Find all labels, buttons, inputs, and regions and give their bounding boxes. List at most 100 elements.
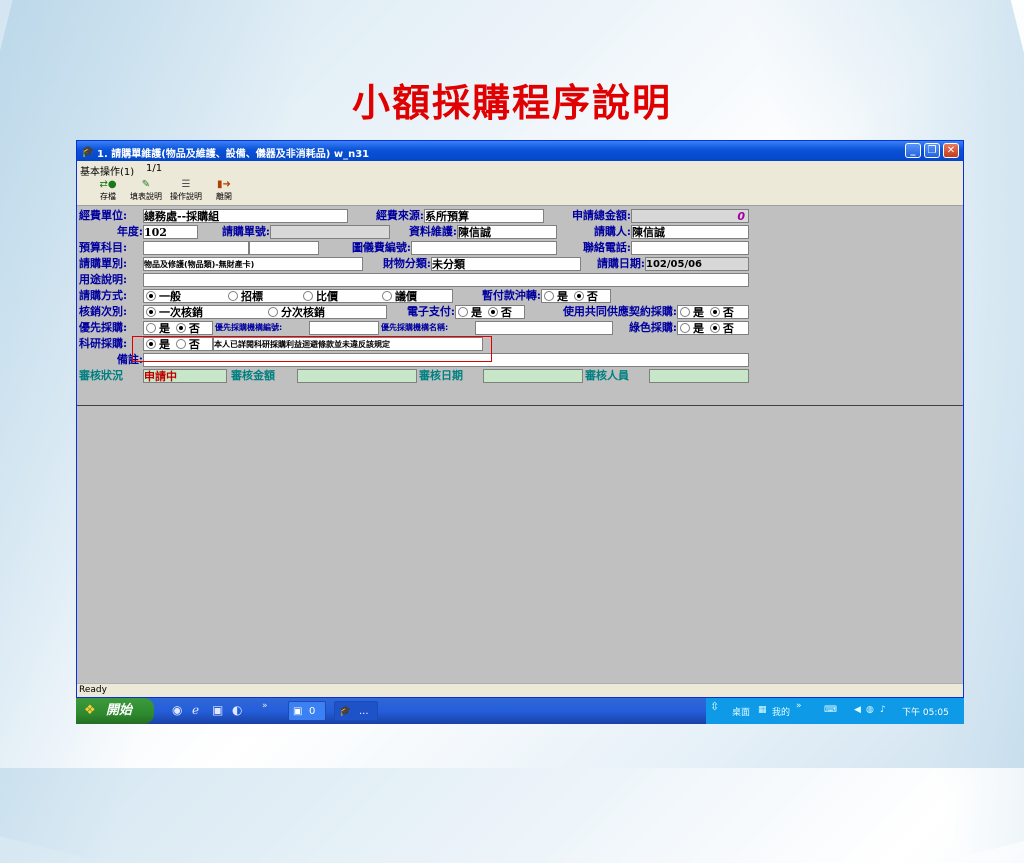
phone-label: 聯絡電話: [582, 241, 631, 254]
tray-desktop-label[interactable]: 桌面 [732, 705, 750, 718]
purchase-method-compare-option[interactable]: 比價 [301, 290, 338, 302]
radio-selected-icon [175, 323, 186, 333]
start-button[interactable]: ❖ 開始 [76, 698, 154, 724]
data-maintainer-field[interactable]: 陳信誠 [457, 225, 557, 239]
radio-icon [382, 291, 392, 301]
library-no-field[interactable] [411, 241, 557, 255]
radio-selected-icon [573, 291, 584, 301]
save-button[interactable]: ⇄● 存檔 [89, 178, 127, 204]
form-help-button[interactable]: ✎ 填表說明 [127, 178, 165, 204]
review-date-field [483, 369, 583, 383]
advance-payment-group: 是 否 [541, 289, 611, 303]
priority-purchase-yes-option[interactable]: 是 [144, 322, 170, 334]
budget-item-field[interactable] [143, 241, 249, 255]
funding-source-field[interactable]: 系所預算 [424, 209, 544, 223]
requester-field[interactable]: 陳信誠 [631, 225, 749, 239]
radio-icon [680, 307, 690, 317]
taskbar: ❖ 開始 ◉ ℯ ▣ ◐ » ▣ 0 🎓 ... ⇳ 桌面 ▦ 我的 » ⌨ ◀… [76, 698, 964, 724]
radio-selected-icon [146, 307, 156, 317]
priority-org-no-field[interactable] [309, 321, 379, 335]
window-title: 1. 請購單維護(物品及維護、設備、儀器及非消耗品) w_n31 [97, 149, 370, 160]
clock: 下午 05:05 [902, 708, 949, 718]
shared-contract-yes-option[interactable]: 是 [678, 306, 704, 318]
requisition-no-field [270, 225, 390, 239]
quicklaunch-media-icon[interactable]: ◐ [232, 703, 242, 717]
green-purchase-yes-option[interactable]: 是 [678, 322, 704, 334]
review-status-field: 申請中 [143, 369, 227, 383]
priority-org-name-field[interactable] [475, 321, 613, 335]
priority-purchase-no-option[interactable]: 否 [174, 322, 200, 334]
window-titlebar[interactable]: 🎓 1. 請購單維護(物品及維護、設備、儀器及非消耗品) w_n31 _ ❐ ✕ [77, 141, 963, 161]
keyboard-icon[interactable]: ⌨ [824, 705, 837, 715]
panel-divider [77, 405, 963, 406]
tray-scroll-icon[interactable]: ⇳ [710, 700, 719, 713]
radio-icon [228, 291, 238, 301]
review-amount-label: 審核金額 [231, 369, 275, 382]
quicklaunch-browser-icon[interactable]: ℯ [192, 703, 199, 717]
radio-selected-icon [709, 323, 720, 333]
funding-source-label: 經費來源: [375, 209, 424, 222]
taskbar-app-button[interactable]: 🎓 ... [334, 701, 378, 721]
requisition-date-label: 請購日期: [596, 257, 645, 270]
shared-contract-no-option[interactable]: 否 [708, 306, 734, 318]
budget-item-label: 預算科目: [79, 241, 128, 254]
tray-expand-icon[interactable]: » [796, 701, 802, 711]
green-purchase-group: 是 否 [677, 321, 749, 335]
shared-contract-label: 使用共同供應契約採購: [562, 305, 677, 318]
tray-volume-icon[interactable]: ♪ [880, 705, 886, 715]
e-payment-group: 是 否 [455, 305, 525, 319]
form-help-label: 填表說明 [130, 192, 162, 201]
green-purchase-no-option[interactable]: 否 [708, 322, 734, 334]
app-icon: 🎓 [81, 145, 95, 158]
restore-button[interactable]: ❐ [924, 143, 940, 158]
total-amount-label: 申請總金額: [571, 209, 631, 222]
requisition-type-field[interactable]: 物品及修護(物品類)-無財產卡) [143, 257, 363, 271]
status-text: Ready [79, 685, 107, 695]
year-field[interactable]: 102 [143, 225, 198, 239]
quicklaunch-expand-icon[interactable]: » [262, 701, 268, 711]
total-amount-field: 0 [631, 209, 749, 223]
funding-unit-field[interactable]: 總務處--採購組 [143, 209, 348, 223]
radio-icon [146, 323, 156, 333]
usage-desc-field[interactable] [143, 273, 749, 287]
e-payment-yes-option[interactable]: 是 [456, 306, 482, 318]
radio-icon [303, 291, 313, 301]
minimize-button[interactable]: _ [905, 143, 921, 158]
form-row: 請購方式: 一般 招標 比價 議價 暫付款沖轉: 是 否 [79, 288, 752, 304]
reviewer-field [649, 369, 749, 383]
taskbar-window-button[interactable]: ▣ 0 [288, 701, 326, 721]
budget-item-extra-field[interactable] [249, 241, 319, 255]
quicklaunch-desktop-icon[interactable]: ▣ [212, 703, 223, 717]
advance-payment-yes-option[interactable]: 是 [542, 290, 568, 302]
radio-selected-icon [146, 291, 156, 301]
purchase-method-general-option[interactable]: 一般 [144, 290, 181, 302]
review-date-label: 審核日期 [419, 369, 463, 382]
property-class-field[interactable]: 未分類 [431, 257, 581, 271]
requisition-date-field: 102/05/06 [645, 257, 749, 271]
data-maintainer-label: 資料維護: [408, 225, 457, 238]
tray-mine-label[interactable]: 我的 [772, 705, 790, 718]
e-payment-label: 電子支付: [406, 305, 455, 318]
quicklaunch-ie-icon[interactable]: ◉ [172, 703, 182, 717]
operation-help-button[interactable]: ☰ 操作說明 [167, 178, 205, 204]
highlight-box [132, 336, 492, 362]
exit-button[interactable]: ▮➜ 離開 [205, 178, 243, 204]
advance-payment-no-option[interactable]: 否 [572, 290, 598, 302]
exit-icon: ▮➜ [217, 179, 231, 190]
tray-back-icon[interactable]: ◀ [854, 705, 861, 715]
e-payment-no-option[interactable]: 否 [486, 306, 512, 318]
exit-label: 離開 [216, 192, 232, 201]
form-row: 經費單位: 總務處--採購組 經費來源: 系所預算 申請總金額: 0 [79, 208, 752, 224]
form-row: 請購單別: 物品及修護(物品類)-無財產卡) 財物分類: 未分類 請購日期: 1… [79, 256, 752, 272]
save-icon: ⇄● [99, 179, 117, 190]
settlement-multi-option[interactable]: 分次核銷 [266, 306, 325, 318]
review-status-label: 審核狀況 [79, 369, 123, 382]
phone-field[interactable] [631, 241, 749, 255]
tray-network-icon[interactable]: ◍ [866, 705, 874, 715]
system-tray: ⇳ 桌面 ▦ 我的 » ⌨ ◀ ◍ ♪ 下午 05:05 [706, 698, 964, 724]
settlement-once-option[interactable]: 一次核銷 [144, 306, 203, 318]
close-button[interactable]: ✕ [943, 143, 959, 158]
purchase-method-negotiate-option[interactable]: 議價 [380, 290, 417, 302]
purchase-method-tender-option[interactable]: 招標 [226, 290, 263, 302]
tray-desktop-icon[interactable]: ▦ [758, 705, 767, 715]
